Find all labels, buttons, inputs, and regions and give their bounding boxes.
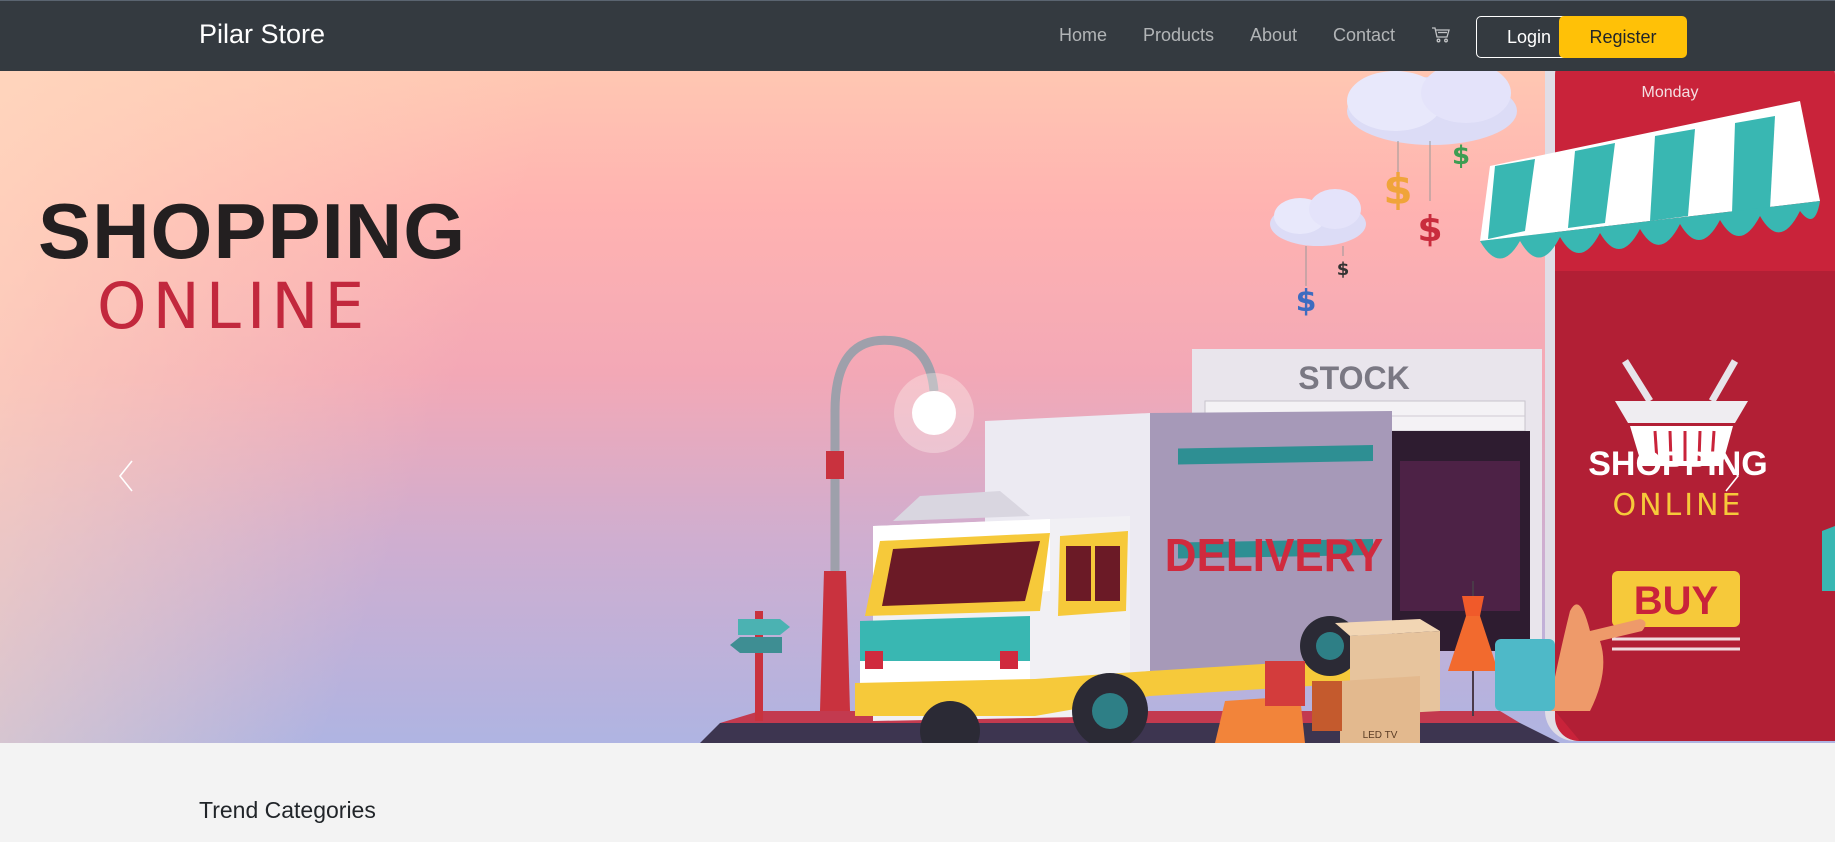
cloud-small (1270, 189, 1366, 246)
svg-text:$: $ (1337, 259, 1350, 280)
svg-text:$: $ (1383, 165, 1412, 214)
hero-carousel: SHOPPING ONLINE $ $ $ $ $ STOCK DELIVERY… (0, 71, 1835, 743)
direction-sign (730, 611, 790, 721)
nav-link-products[interactable]: Products (1143, 25, 1214, 46)
delivery-truck: DELIVERY (855, 411, 1392, 743)
box-led-tv-label: LED TV (1363, 730, 1398, 741)
carousel-next-button[interactable] (1716, 451, 1746, 501)
nav-link-home[interactable]: Home (1059, 25, 1107, 46)
navbar: Pilar Store Home Products About Contact … (0, 0, 1835, 71)
stock-sign: STOCK (1298, 360, 1409, 396)
svg-text:$: $ (1452, 141, 1470, 171)
brand-logo[interactable]: Pilar Store (199, 19, 325, 50)
section-title-trend-categories: Trend Categories (199, 797, 376, 823)
phone-day-label: Monday (1642, 84, 1699, 101)
carousel-prev-button[interactable] (112, 451, 142, 501)
nav-link-about[interactable]: About (1250, 25, 1297, 46)
cart-icon[interactable] (1431, 26, 1451, 44)
svg-text:$: $ (1417, 209, 1442, 250)
chevron-left-icon (118, 460, 133, 492)
register-button[interactable]: Register (1559, 16, 1687, 58)
phone-buy-text: BUY (1634, 579, 1719, 623)
svg-text:$: $ (1296, 284, 1317, 319)
nav-link-contact[interactable]: Contact (1333, 25, 1395, 46)
truck-delivery-text: DELIVERY (1165, 529, 1383, 581)
banner-illustration: $ $ $ $ $ STOCK DELIVERY LED TV Monday S… (700, 71, 1835, 743)
cloud-large (1347, 71, 1517, 145)
chevron-right-icon (1725, 460, 1740, 492)
